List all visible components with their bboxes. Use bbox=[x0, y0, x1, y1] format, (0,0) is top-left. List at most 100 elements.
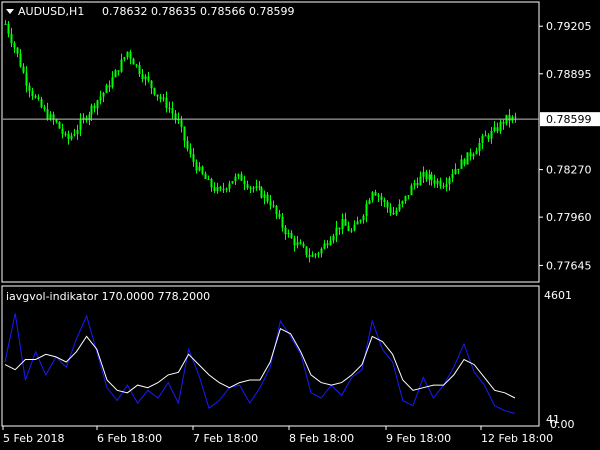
candle-body bbox=[171, 108, 174, 114]
candle-body bbox=[240, 174, 243, 181]
candle-body bbox=[484, 135, 487, 137]
candle-body bbox=[416, 182, 419, 186]
candle-body bbox=[58, 121, 61, 129]
candle-body bbox=[493, 127, 496, 131]
candle-body bbox=[207, 179, 210, 181]
candle-body bbox=[338, 227, 341, 230]
candle-body bbox=[442, 186, 445, 188]
candle-body bbox=[76, 130, 79, 134]
candle-body bbox=[305, 246, 308, 256]
time-tick-label: 7 Feb 18:00 bbox=[193, 432, 258, 445]
candle-body bbox=[433, 180, 436, 184]
candle-body bbox=[284, 227, 287, 235]
candle-body bbox=[186, 140, 189, 149]
candle-body bbox=[219, 187, 222, 189]
candle-body bbox=[293, 238, 296, 246]
ohlc-label: 0.78632 0.78635 0.78566 0.78599 bbox=[102, 5, 294, 18]
candle-body bbox=[472, 154, 475, 157]
candle-body bbox=[496, 127, 499, 132]
candle-body bbox=[398, 204, 401, 211]
candle-body bbox=[70, 135, 73, 139]
candle-body bbox=[389, 207, 392, 213]
price-tick-label: 0.79205 bbox=[546, 20, 592, 33]
candle-body bbox=[37, 97, 40, 100]
candle-body bbox=[380, 196, 383, 200]
candle-body bbox=[234, 176, 237, 182]
candle-body bbox=[67, 133, 70, 139]
candle-body bbox=[392, 212, 395, 215]
candle-body bbox=[457, 168, 460, 170]
candle-body bbox=[386, 201, 389, 208]
candle-body bbox=[99, 96, 102, 101]
candle-body bbox=[40, 99, 43, 108]
candle-body bbox=[377, 195, 380, 197]
candle-body bbox=[407, 195, 410, 197]
candle-body bbox=[350, 230, 353, 232]
candle-body bbox=[16, 47, 19, 54]
candle-body bbox=[198, 166, 201, 171]
candle-body bbox=[353, 224, 356, 231]
candle-body bbox=[189, 148, 192, 155]
candle-body bbox=[129, 51, 132, 59]
candle-body bbox=[448, 177, 451, 185]
candle-body bbox=[317, 253, 320, 255]
candle-body bbox=[263, 194, 266, 198]
time-tick-label: 12 Feb 18:00 bbox=[481, 432, 553, 445]
candle-body bbox=[13, 43, 16, 48]
candle-body bbox=[117, 70, 120, 72]
candle-body bbox=[460, 159, 463, 169]
candle-body bbox=[49, 114, 52, 120]
candle-body bbox=[362, 215, 365, 221]
candle-body bbox=[22, 66, 25, 73]
candle-body bbox=[508, 114, 511, 121]
time-tick-label: 6 Feb 18:00 bbox=[97, 432, 162, 445]
mt4-chart-window[interactable]: AUDUSD,H1 0.78632 0.78635 0.78566 0.7859… bbox=[0, 0, 600, 450]
candle-body bbox=[183, 126, 186, 141]
candle-body bbox=[419, 176, 422, 186]
candle-body bbox=[428, 174, 431, 180]
candle-body bbox=[260, 187, 263, 198]
candle-body bbox=[4, 23, 7, 25]
candle-body bbox=[278, 214, 281, 217]
candle-body bbox=[258, 186, 261, 188]
candle-body bbox=[454, 169, 457, 174]
candle-body bbox=[162, 97, 165, 99]
candle-body bbox=[356, 221, 359, 225]
candle-body bbox=[329, 240, 332, 246]
candle-body bbox=[195, 161, 198, 171]
candle-body bbox=[201, 166, 204, 174]
candle-body bbox=[344, 219, 347, 226]
candle-body bbox=[64, 133, 67, 135]
candle-body bbox=[299, 242, 302, 244]
candle-body bbox=[281, 216, 284, 228]
candle-body bbox=[311, 255, 314, 257]
candle-body bbox=[272, 205, 275, 207]
price-tick-label: 0.78895 bbox=[546, 68, 592, 81]
candle-body bbox=[252, 187, 255, 189]
candle-body bbox=[96, 100, 99, 109]
candle-body bbox=[120, 59, 123, 72]
candle-body bbox=[410, 185, 413, 196]
candle-body bbox=[228, 183, 231, 189]
candle-body bbox=[246, 184, 249, 188]
candle-body bbox=[135, 64, 138, 66]
candle-body bbox=[73, 133, 76, 136]
candle-body bbox=[156, 94, 159, 97]
candle-body bbox=[451, 173, 454, 178]
candle-body bbox=[216, 187, 219, 191]
time-tick-label: 9 Feb 18:00 bbox=[386, 432, 451, 445]
time-tick-label: 8 Feb 18:00 bbox=[289, 432, 354, 445]
candle-body bbox=[502, 121, 505, 124]
candle-body bbox=[79, 119, 82, 131]
candle-body bbox=[102, 92, 105, 97]
candle-body bbox=[204, 173, 207, 180]
candle-body bbox=[159, 96, 162, 99]
candle-body bbox=[487, 135, 490, 139]
candle-body bbox=[61, 128, 64, 134]
candle-body bbox=[150, 80, 153, 89]
candle-body bbox=[490, 130, 493, 139]
current-price-badge-label: 0.78599 bbox=[546, 113, 592, 126]
candle-body bbox=[132, 58, 135, 65]
candle-body bbox=[371, 192, 374, 201]
candle-body bbox=[296, 242, 299, 246]
